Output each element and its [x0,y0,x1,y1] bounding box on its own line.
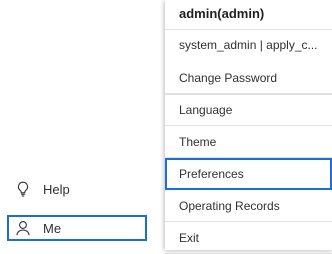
menu-item-preferences[interactable]: Preferences [165,158,332,190]
user-menu: admin(admin) system_admin | apply_c... C… [165,0,332,254]
user-name: admin(admin) [179,6,265,21]
sidebar-item-me[interactable]: Me [7,215,147,241]
sidebar-item-label: Me [43,220,62,236]
user-roles: system_admin | apply_c... [179,38,318,52]
person-icon [15,220,31,236]
menu-item-change-password[interactable]: Change Password [165,62,332,94]
menu-item-exit[interactable]: Exit [165,222,332,254]
menu-item-operating-records[interactable]: Operating Records [165,190,332,222]
menu-divider [165,29,332,30]
sidebar-item-help[interactable]: Help [7,176,147,202]
sidebar-item-label: Help [43,181,70,197]
lightbulb-icon [15,181,31,197]
menu-item-language[interactable]: Language [165,94,332,126]
user-menu-items: Change Password Language Theme Preferenc… [165,62,332,254]
menu-item-theme[interactable]: Theme [165,126,332,158]
sidebar: Help Me [0,0,165,250]
